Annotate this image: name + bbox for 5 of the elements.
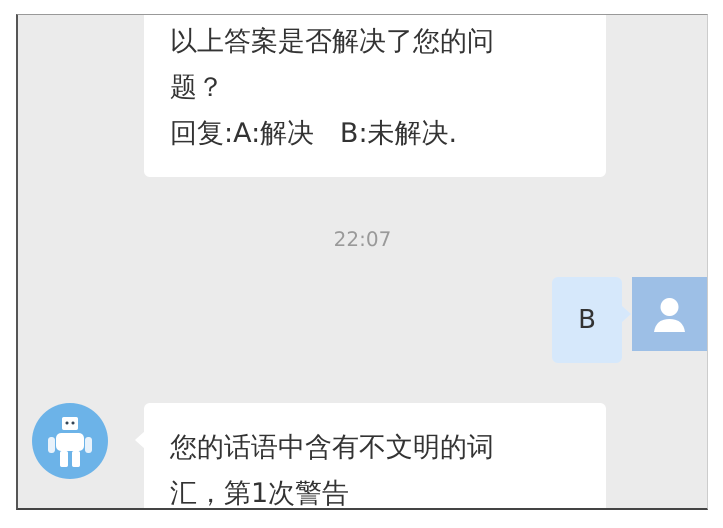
message-text: 您的话语中含有不文明的词汇，第1次警告 <box>170 431 495 508</box>
message-text: B <box>578 304 596 337</box>
message-text: 以上答案是否解决了您的问题？ <box>170 25 495 105</box>
message-text: 回复:A:解决 B:未解决. <box>170 117 458 151</box>
timestamp: 22:07 <box>334 227 392 251</box>
